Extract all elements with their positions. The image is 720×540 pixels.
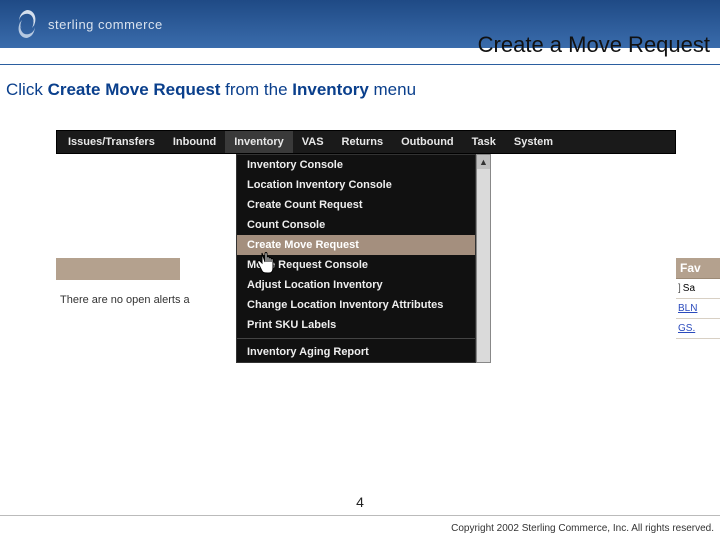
favorites-row: ] Sa [676, 279, 720, 299]
swirl-icon [14, 8, 40, 40]
brand-text: sterling commerce [48, 17, 163, 32]
row-text: Sa [683, 283, 695, 294]
dropdown-item-change-location-inventory-attributes[interactable]: Change Location Inventory Attributes [237, 295, 475, 315]
title-underline [0, 64, 720, 65]
favorites-header: Fav [676, 258, 720, 279]
menu-item-inventory[interactable]: Inventory [225, 131, 293, 153]
section-strip [56, 258, 180, 280]
menu-item-system[interactable]: System [505, 131, 562, 153]
inventory-dropdown-wrap: Inventory ConsoleLocation Inventory Cons… [236, 154, 476, 363]
instruction-bold2: Inventory [292, 80, 369, 99]
favorites-partial-panel: Fav ] Sa BLN GS. [676, 258, 720, 339]
instruction-text: Click Create Move Request from the Inven… [6, 80, 720, 100]
scroll-up-icon[interactable]: ▲ [477, 155, 490, 169]
page-title: Create a Move Request [478, 32, 710, 58]
dropdown-item-print-sku-labels[interactable]: Print SKU Labels [237, 315, 475, 335]
instruction-mid: from the [220, 80, 292, 99]
favorites-row: GS. [676, 319, 720, 339]
dropdown-item-location-inventory-console[interactable]: Location Inventory Console [237, 175, 475, 195]
alerts-text: There are no open alerts a [60, 294, 190, 306]
brand-logo: sterling commerce [14, 8, 163, 40]
row-link[interactable]: BLN [678, 303, 697, 314]
dropdown-item-inventory-console[interactable]: Inventory Console [237, 155, 475, 175]
dropdown-scrollbar[interactable]: ▲ [476, 154, 491, 363]
copyright-text: Copyright 2002 Sterling Commerce, Inc. A… [451, 523, 714, 534]
menu-item-returns[interactable]: Returns [333, 131, 393, 153]
footer-divider [0, 515, 720, 516]
slide-header: sterling commerce Create a Move Request [0, 0, 720, 66]
dropdown-item-adjust-location-inventory[interactable]: Adjust Location Inventory [237, 275, 475, 295]
row-link[interactable]: GS. [678, 323, 695, 334]
scroll-track[interactable] [477, 169, 490, 362]
instruction-bold1: Create Move Request [48, 80, 221, 99]
dropdown-item-create-move-request[interactable]: Create Move Request [237, 235, 475, 255]
instruction-suffix: menu [369, 80, 416, 99]
menu-item-inbound[interactable]: Inbound [164, 131, 225, 153]
dropdown-item-inventory-aging-report[interactable]: Inventory Aging Report [237, 342, 475, 362]
inventory-dropdown: Inventory ConsoleLocation Inventory Cons… [236, 154, 476, 363]
instruction-prefix: Click [6, 80, 48, 99]
dropdown-item-create-count-request[interactable]: Create Count Request [237, 195, 475, 215]
dropdown-separator [237, 338, 475, 339]
dropdown-item-count-console[interactable]: Count Console [237, 215, 475, 235]
app-screenshot: Issues/TransfersInboundInventoryVASRetur… [56, 130, 676, 154]
menu-item-outbound[interactable]: Outbound [392, 131, 463, 153]
menu-item-issues-transfers[interactable]: Issues/Transfers [59, 131, 164, 153]
dropdown-item-move-request-console[interactable]: Move Request Console [237, 255, 475, 275]
page-number: 4 [0, 494, 720, 510]
menu-bar: Issues/TransfersInboundInventoryVASRetur… [56, 130, 676, 154]
menu-item-task[interactable]: Task [463, 131, 505, 153]
favorites-row: BLN [676, 299, 720, 319]
row-bracket: ] [678, 283, 681, 294]
menu-item-vas[interactable]: VAS [293, 131, 333, 153]
